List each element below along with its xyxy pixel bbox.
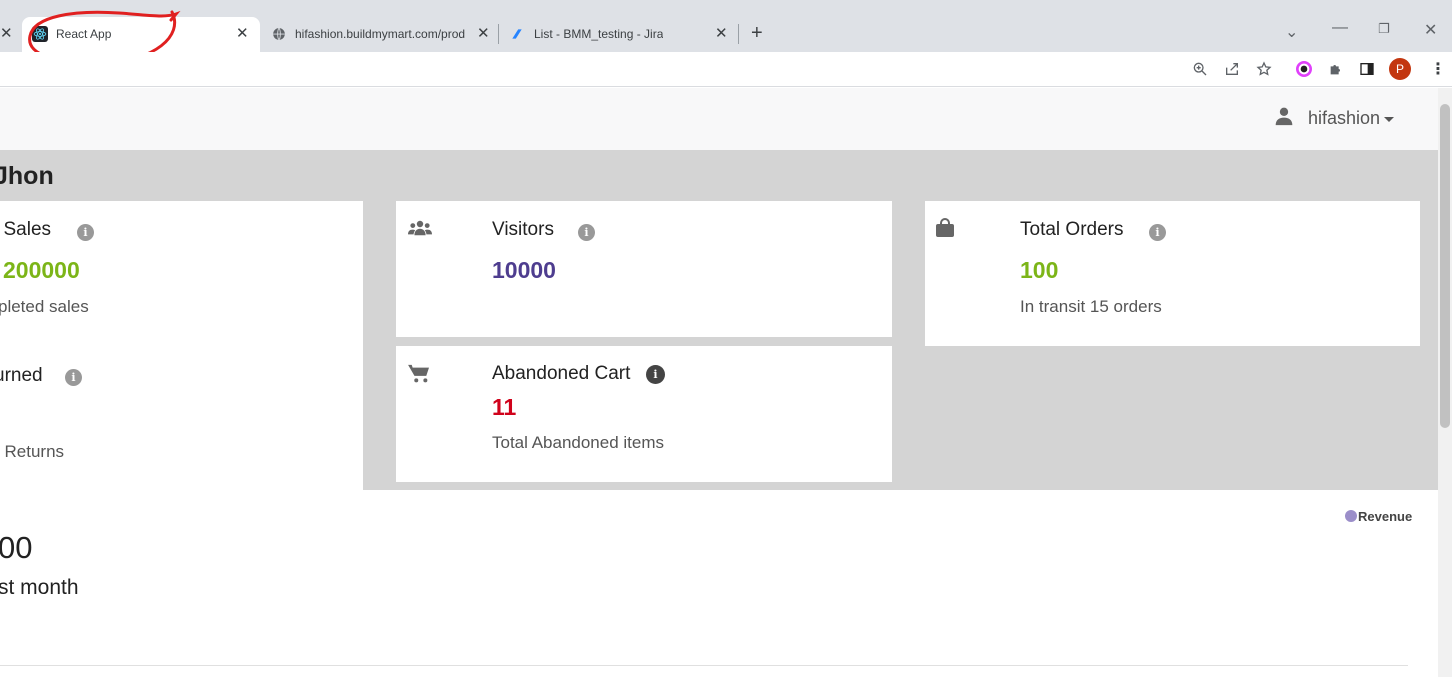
bookmark-star-icon[interactable] (1255, 60, 1273, 78)
visitors-card: Visitors i 10000 (396, 201, 892, 337)
user-icon (1274, 106, 1294, 131)
scrollbar-thumb[interactable] (1440, 104, 1450, 428)
revenue-amount: 00 (0, 530, 33, 565)
tab-title: hifashion.buildmymart.com/prod (295, 27, 466, 41)
browser-menu-icon[interactable]: ⋮ (1430, 59, 1446, 79)
restore-icon[interactable]: ❐ (1378, 21, 1390, 37)
globe-icon (272, 27, 286, 44)
close-window-icon[interactable]: ✕ (1424, 20, 1437, 40)
page-title: Jhon (0, 162, 54, 190)
total-orders-title: Total Orders (1020, 219, 1124, 240)
sales-subtitle: pleted sales (0, 297, 89, 316)
visitors-value: 10000 (492, 257, 556, 283)
shopping-bag-icon (935, 218, 955, 243)
abandoned-cart-subtitle: Total Abandoned items (492, 433, 665, 452)
abandoned-cart-card: Abandoned Cart i 11 Total Abandoned item… (396, 346, 892, 482)
abandoned-cart-title: Abandoned Cart (492, 363, 631, 384)
total-orders-subtitle: In transit 15 orders (1020, 297, 1162, 316)
revenue-period: st month (0, 576, 79, 599)
browser-toolbar: P ⋮ (0, 52, 1452, 87)
tab-separator (498, 24, 499, 44)
shopping-cart-icon (408, 364, 430, 389)
caret-down-icon (1384, 108, 1394, 129)
abandoned-cart-value: 11 (492, 394, 517, 420)
minimize-icon[interactable]: — (1332, 19, 1348, 37)
tab-jira[interactable]: List - BMM_testing - Jira ✕ (500, 17, 736, 52)
tab-hifashion[interactable]: hifashion.buildmymart.com/prod ✕ (262, 17, 498, 52)
extensions-puzzle-icon[interactable] (1327, 60, 1345, 78)
tab-title: List - BMM_testing - Jira (534, 27, 664, 41)
revenue-legend-label: Revenue (1358, 509, 1413, 524)
sales-card: l Sales i 200000 pleted sales urned i l … (0, 201, 363, 490)
profile-avatar[interactable]: P (1389, 58, 1411, 80)
side-panel-icon[interactable] (1358, 60, 1376, 78)
revenue-legend-swatch (1345, 510, 1357, 522)
info-icon[interactable]: i (65, 369, 82, 386)
jira-icon (510, 27, 524, 44)
dashboard-page: hifashion Jhon l Sales i 200000 pleted s… (0, 88, 1438, 677)
tab-separator (738, 24, 739, 44)
page-scrollbar[interactable] (1438, 88, 1452, 677)
returned-title: urned (0, 365, 43, 386)
username-label: hifashion (1307, 108, 1380, 128)
info-icon[interactable]: i (578, 224, 595, 241)
tab-search-chevron-icon[interactable]: ⌄ (1285, 22, 1298, 42)
info-icon[interactable]: i (1149, 224, 1166, 241)
user-menu[interactable]: hifashion (1274, 106, 1394, 131)
share-icon[interactable] (1223, 60, 1241, 78)
new-tab-button[interactable]: + (751, 22, 763, 45)
divider (0, 665, 1408, 666)
browser-tab-strip: ✕ React App ✕ hifashion.buildmymart.com/… (0, 0, 1452, 65)
color-extension-icon[interactable] (1295, 60, 1313, 78)
info-icon[interactable]: i (646, 365, 665, 384)
sales-value: 200000 (3, 257, 80, 283)
total-orders-value: 100 (1020, 257, 1059, 283)
zoom-icon[interactable] (1191, 60, 1209, 78)
revenue-panel: Revenue 00 st month (0, 490, 1420, 677)
users-group-icon (408, 219, 432, 242)
total-orders-card: Total Orders i 100 In transit 15 orders (925, 201, 1420, 346)
tab-close-icon[interactable]: ✕ (715, 26, 728, 41)
returned-subtitle: l Returns (0, 442, 65, 461)
previous-tab-close-icon[interactable]: ✕ (0, 26, 13, 41)
visitors-title: Visitors (492, 219, 554, 240)
sales-card-title: l Sales (0, 219, 52, 240)
info-icon[interactable]: i (77, 224, 94, 241)
tab-close-icon[interactable]: ✕ (236, 26, 249, 41)
top-navbar: hifashion (0, 88, 1438, 150)
tab-close-icon[interactable]: ✕ (477, 26, 490, 41)
